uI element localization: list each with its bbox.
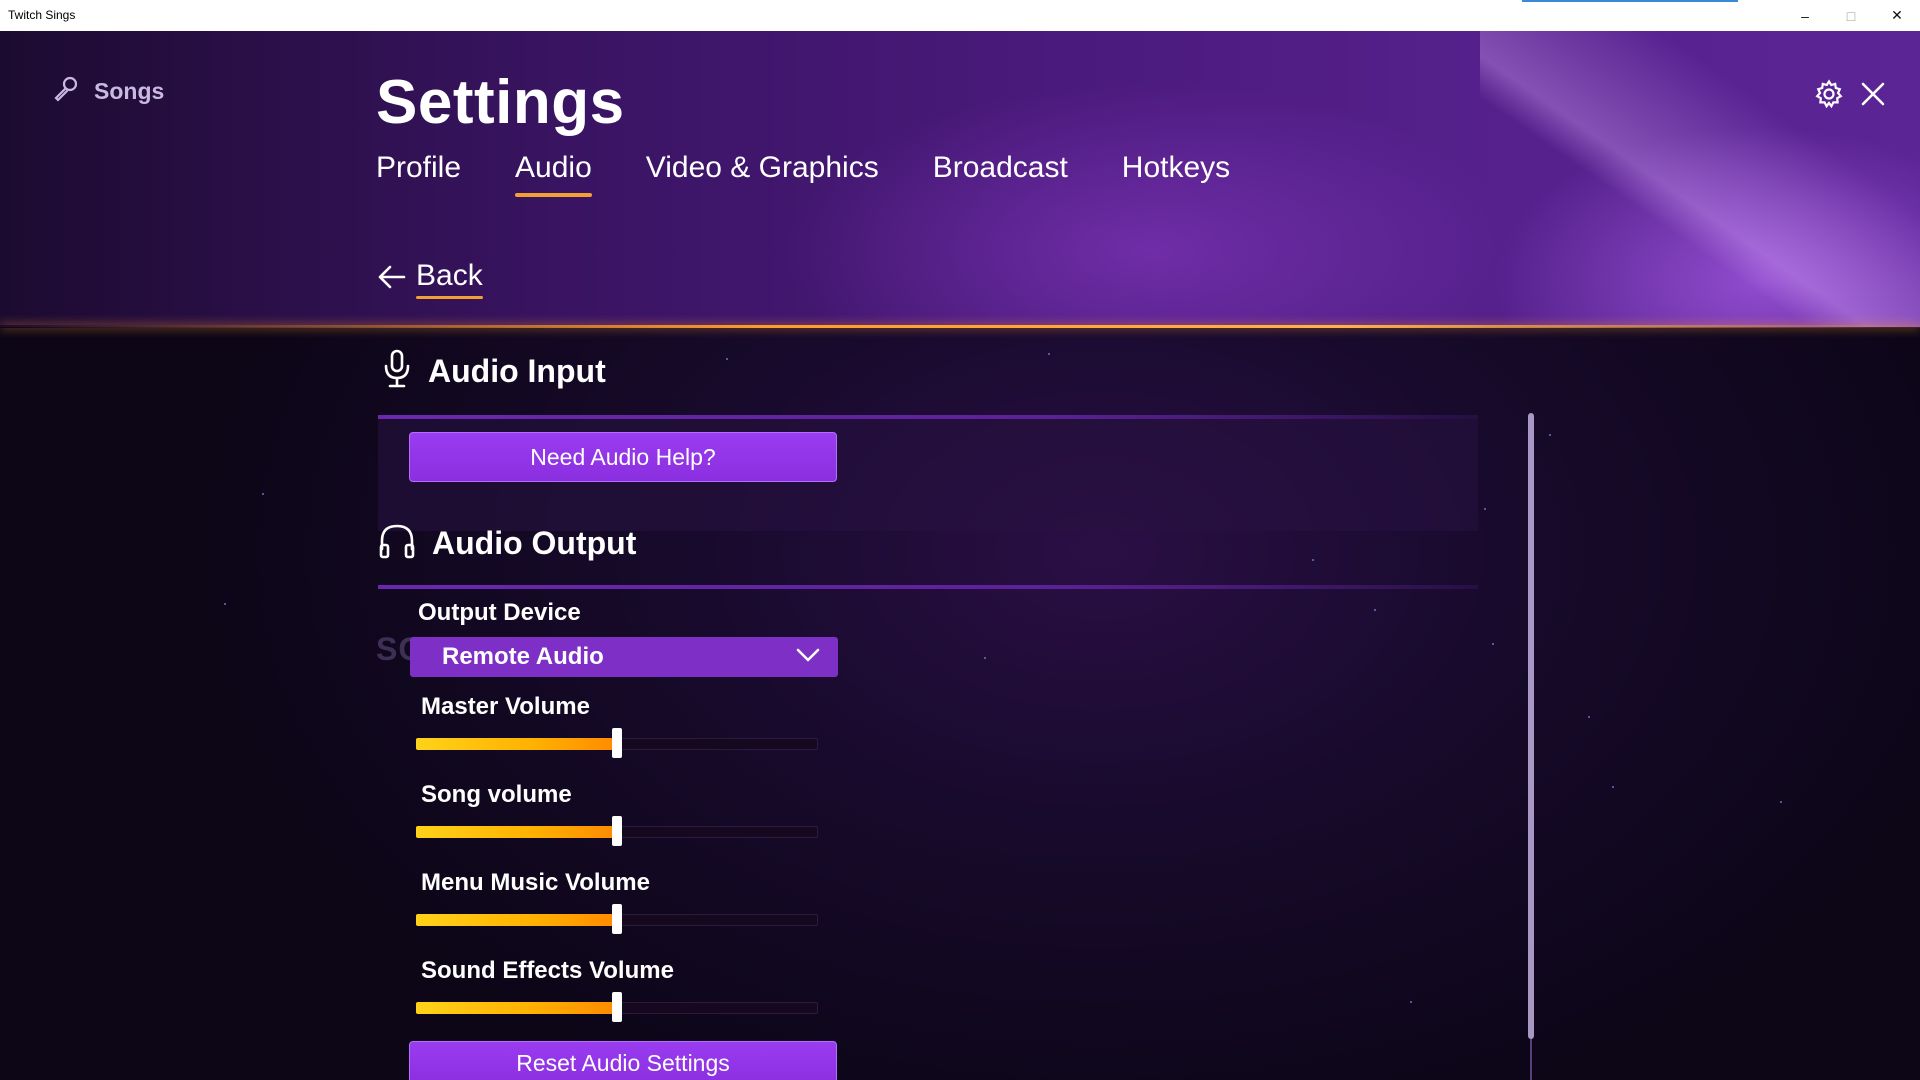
star-decoration	[726, 358, 728, 360]
star-decoration	[1374, 609, 1376, 611]
app-area: Songs Settings Profile Audio Video & Gra…	[0, 31, 1920, 1080]
star-decoration	[1549, 434, 1551, 436]
output-device-label: Output Device	[418, 599, 581, 626]
slider-thumb[interactable]	[612, 728, 622, 758]
star-decoration	[1612, 786, 1614, 788]
star-decoration	[224, 603, 226, 605]
arrow-left-icon	[376, 263, 408, 296]
star-decoration	[1312, 559, 1314, 561]
audio-input-heading: Audio Input	[382, 349, 606, 394]
slider-fill	[416, 826, 617, 838]
star-decoration	[1410, 1001, 1412, 1003]
slider-thumb[interactable]	[612, 904, 622, 934]
tab-hotkeys[interactable]: Hotkeys	[1122, 151, 1230, 197]
tab-audio[interactable]: Audio	[515, 151, 592, 197]
output-device-dropdown[interactable]: Remote Audio	[410, 637, 838, 677]
chevron-down-icon	[796, 647, 820, 668]
star-decoration	[262, 493, 264, 495]
slider-fill	[416, 1002, 617, 1014]
reset-audio-settings-button[interactable]: Reset Audio Settings	[409, 1041, 837, 1080]
audio-input-title: Audio Input	[428, 353, 606, 389]
star-decoration	[984, 657, 986, 659]
song-volume-slider[interactable]	[416, 816, 818, 846]
master-volume-slider[interactable]	[416, 728, 818, 758]
content-scrollbar[interactable]	[1528, 413, 1534, 1039]
star-decoration	[1780, 801, 1782, 803]
close-icon[interactable]	[1858, 79, 1888, 109]
songs-nav-link[interactable]: Songs	[52, 75, 164, 108]
songs-nav-label: Songs	[94, 78, 165, 104]
window-titlebar: Twitch Sings – □ ✕	[0, 0, 1920, 32]
slider-thumb[interactable]	[612, 992, 622, 1022]
window-title: Twitch Sings	[8, 8, 76, 22]
maximize-button[interactable]: □	[1828, 0, 1874, 31]
star-decoration	[1484, 508, 1486, 510]
microphone-icon	[52, 75, 80, 108]
need-audio-help-button[interactable]: Need Audio Help?	[409, 432, 837, 482]
page-title: Settings	[376, 68, 625, 137]
tab-broadcast[interactable]: Broadcast	[933, 151, 1068, 197]
scrollbar-track-end	[1530, 1039, 1532, 1080]
headphones-icon	[378, 521, 416, 566]
banner-orange-line	[0, 325, 1920, 328]
tab-video-graphics[interactable]: Video & Graphics	[646, 151, 879, 197]
banner-light-beam	[1480, 31, 1920, 327]
audio-output-title: Audio Output	[432, 525, 637, 561]
tab-profile[interactable]: Profile	[376, 151, 461, 197]
menu-music-volume-slider[interactable]	[416, 904, 818, 934]
slider-fill	[416, 914, 617, 926]
master-volume-label: Master Volume	[421, 693, 590, 720]
titlebar-progress	[1522, 0, 1738, 2]
settings-tabs: Profile Audio Video & Graphics Broadcast…	[376, 151, 1230, 197]
minimize-button[interactable]: –	[1782, 0, 1828, 31]
star-decoration	[1492, 643, 1494, 645]
star-decoration	[1048, 353, 1050, 355]
slider-thumb[interactable]	[612, 816, 622, 846]
top-right-actions	[1814, 79, 1888, 109]
microphone-icon	[382, 349, 412, 394]
window-close-button[interactable]: ✕	[1874, 0, 1920, 31]
back-label: Back	[416, 259, 483, 299]
audio-output-divider	[378, 585, 1478, 589]
audio-output-heading: Audio Output	[378, 521, 636, 566]
gear-icon[interactable]	[1814, 79, 1844, 109]
sound-effects-volume-slider[interactable]	[416, 992, 818, 1022]
song-volume-label: Song volume	[421, 781, 572, 808]
menu-music-volume-label: Menu Music Volume	[421, 869, 650, 896]
slider-fill	[416, 738, 617, 750]
sound-effects-volume-label: Sound Effects Volume	[421, 957, 674, 984]
back-button[interactable]: Back	[376, 259, 483, 299]
output-device-value: Remote Audio	[442, 643, 604, 670]
star-decoration	[1588, 716, 1590, 718]
